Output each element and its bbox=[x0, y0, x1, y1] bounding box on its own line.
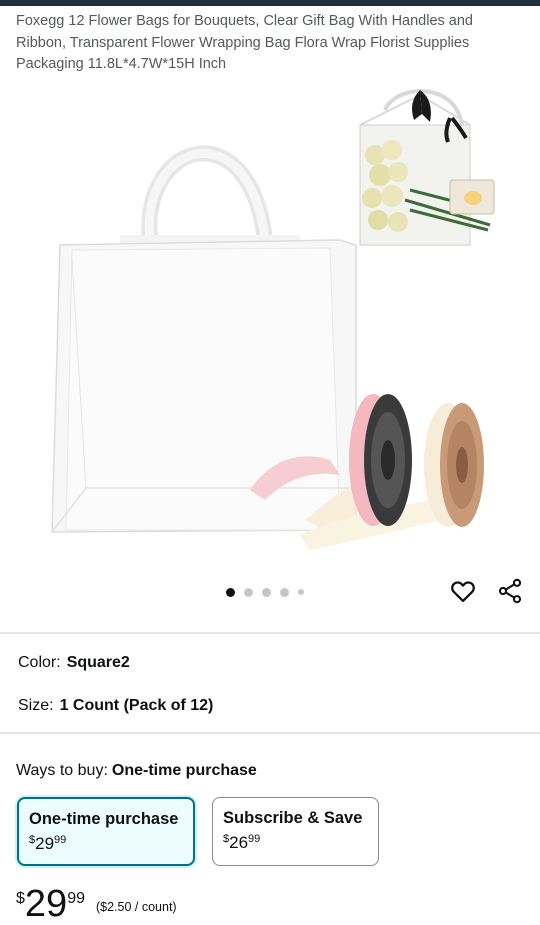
price-currency: $ bbox=[16, 890, 25, 907]
size-label: Size: bbox=[18, 697, 54, 714]
ways-to-buy: Ways to buy: One-time purchase bbox=[16, 762, 257, 780]
share-button[interactable] bbox=[496, 577, 524, 605]
option-title: Subscribe & Save bbox=[223, 809, 363, 827]
color-selector[interactable]: Color: Square2 bbox=[18, 654, 130, 672]
clear-bag-illustration bbox=[51, 145, 357, 533]
option-price-whole: 26 bbox=[229, 833, 249, 852]
color-label: Color: bbox=[18, 654, 61, 671]
section-divider bbox=[0, 632, 540, 634]
color-value: Square2 bbox=[66, 654, 130, 671]
carousel-dot[interactable] bbox=[280, 587, 289, 597]
bouquet-bag-illustration bbox=[359, 89, 495, 246]
price-fraction: 99 bbox=[67, 890, 85, 907]
price-whole: 29 bbox=[24, 883, 68, 925]
ways-to-buy-value: One-time purchase bbox=[111, 762, 257, 779]
status-bar bbox=[0, 0, 540, 6]
size-value: 1 Count (Pack of 12) bbox=[59, 697, 214, 714]
subscribe-and-save-option[interactable]: Subscribe & Save $2699 bbox=[212, 797, 379, 866]
heart-icon bbox=[451, 581, 475, 603]
carousel-dot[interactable] bbox=[244, 587, 253, 597]
section-divider bbox=[0, 732, 540, 734]
unit-price: ($2.50 / count) bbox=[95, 900, 177, 914]
option-price-fraction: 99 bbox=[248, 833, 261, 845]
option-price: $2699 bbox=[223, 833, 378, 853]
share-icon bbox=[498, 578, 522, 604]
image-carousel-dots[interactable] bbox=[226, 586, 304, 598]
option-title: One-time purchase bbox=[29, 810, 179, 828]
product-title[interactable]: Foxegg 12 Flower Bags for Bouquets, Clea… bbox=[16, 11, 516, 76]
product-image-gallery[interactable] bbox=[0, 80, 540, 620]
option-price-whole: 29 bbox=[35, 834, 55, 853]
option-price-fraction: 99 bbox=[54, 834, 67, 846]
wishlist-button[interactable] bbox=[449, 577, 477, 605]
carousel-dot[interactable] bbox=[226, 587, 235, 597]
product-price: $ 29 99 ($2.50 / count) bbox=[16, 884, 177, 924]
carousel-dot[interactable] bbox=[262, 587, 271, 597]
option-price: $2999 bbox=[29, 834, 193, 854]
size-selector[interactable]: Size: 1 Count (Pack of 12) bbox=[18, 697, 213, 715]
carousel-dot[interactable] bbox=[298, 589, 304, 595]
product-image bbox=[51, 89, 495, 550]
one-time-purchase-option[interactable]: One-time purchase $2999 bbox=[17, 797, 195, 866]
ways-to-buy-label: Ways to buy: bbox=[16, 762, 108, 779]
